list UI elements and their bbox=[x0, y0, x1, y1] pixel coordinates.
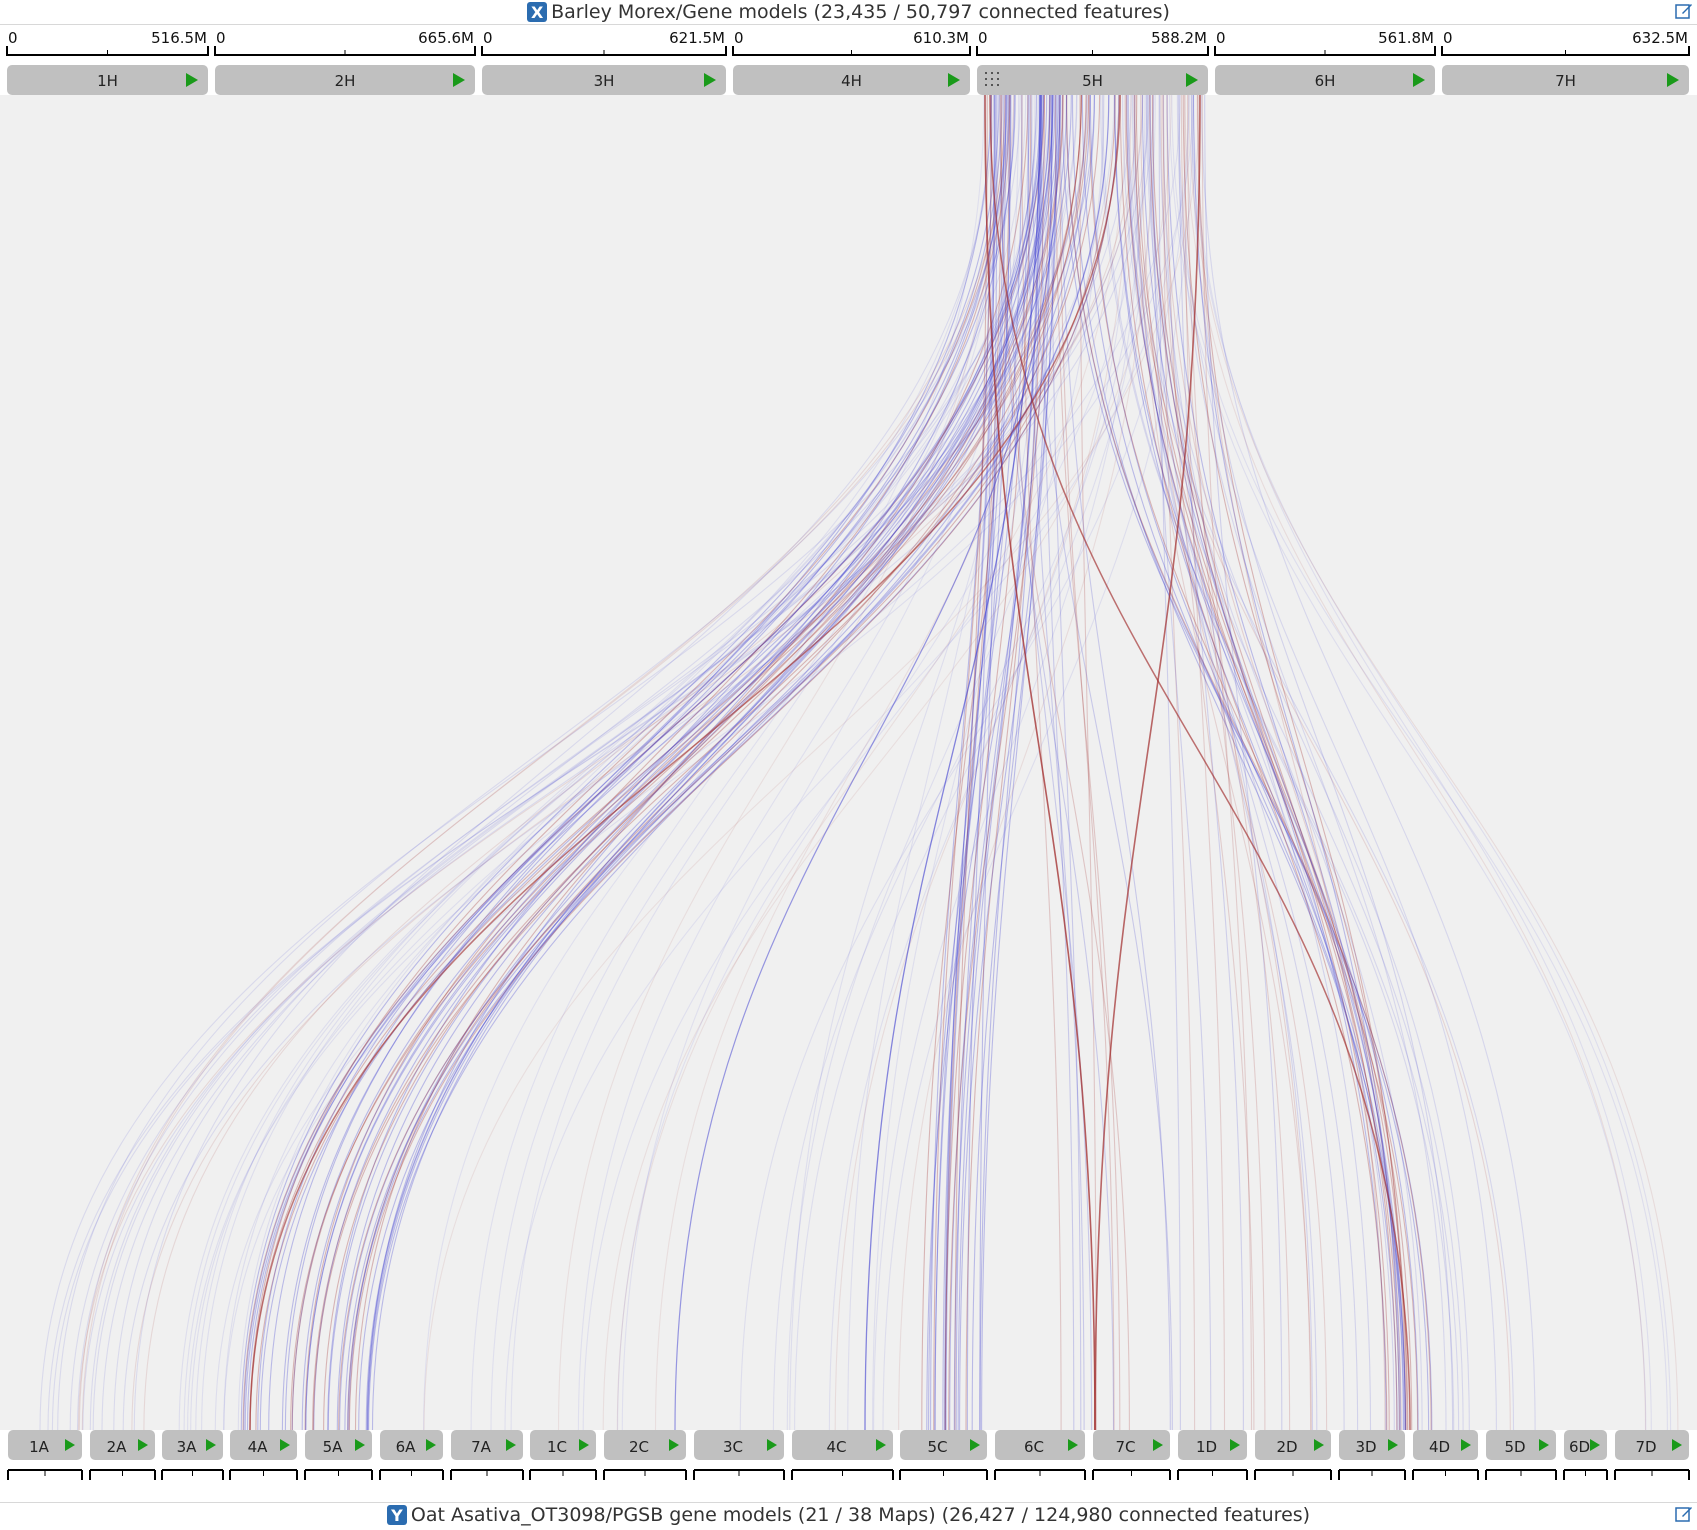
x-chromosome-7H[interactable]: 0 632.5M 7H bbox=[1441, 29, 1690, 95]
y-chromosome-2D[interactable]: 2D bbox=[1254, 1430, 1332, 1480]
y-axis-footer: Y Oat Asativa_OT3098/PGSB gene models (2… bbox=[0, 1502, 1697, 1527]
y-chromosome-3A[interactable]: 3A bbox=[161, 1430, 224, 1480]
x-chromosome-4H[interactable]: 0 610.3M 4H bbox=[732, 29, 971, 95]
y-chromosome-label: 7A bbox=[471, 1438, 492, 1456]
x-tick-label-max: 561.8M bbox=[1378, 29, 1434, 47]
x-tick-label-max: 610.3M bbox=[913, 29, 969, 47]
y-chromosome-label: 5A bbox=[323, 1438, 344, 1456]
y-chromosome-6C[interactable]: 6C bbox=[994, 1430, 1086, 1480]
x-chromosome-6H[interactable]: 0 561.8M 6H bbox=[1214, 29, 1436, 95]
x-tick-label-min: 0 bbox=[734, 29, 744, 47]
x-chromosome-1H[interactable]: 0 516.5M 1H bbox=[6, 29, 209, 95]
y-chromosome-5C[interactable]: 5C bbox=[899, 1430, 988, 1480]
y-chromosome-label: 3A bbox=[177, 1438, 198, 1456]
y-chromosome-label: 7C bbox=[1115, 1438, 1135, 1456]
x-chromosome-label: 6H bbox=[1315, 72, 1336, 90]
y-chromosome-label: 5C bbox=[927, 1438, 947, 1456]
y-chromosome-2A[interactable]: 2A bbox=[89, 1430, 156, 1480]
x-chromosome-2H[interactable]: 0 665.6M 2H bbox=[214, 29, 476, 95]
x-chromosome-label: 5H bbox=[1082, 72, 1103, 90]
x-chromosome-label: 1H bbox=[97, 72, 118, 90]
y-chromosome-label: 1A bbox=[29, 1438, 50, 1456]
x-tick-label-max: 632.5M bbox=[1632, 29, 1688, 47]
y-chromosome-4C[interactable]: 4C bbox=[791, 1430, 894, 1480]
y-chromosome-5A[interactable]: 5A bbox=[304, 1430, 373, 1480]
x-tick-label-max: 665.6M bbox=[418, 29, 474, 47]
y-chromosome-7A[interactable]: 7A bbox=[450, 1430, 524, 1480]
x-tick-label-max: 621.5M bbox=[669, 29, 725, 47]
y-chromosome-label: 3C bbox=[723, 1438, 743, 1456]
y-axis-title: Oat Asativa_OT3098/PGSB gene models (21 … bbox=[410, 1504, 1311, 1526]
x-tick-label-max: 588.2M bbox=[1151, 29, 1207, 47]
y-chromosome-label: 4C bbox=[826, 1438, 846, 1456]
y-chromosome-row: 1A 2A 3A 4A 5A 6A 7A 1C 2C 3C 4C 5C 6C 7C 1D 2D 3D 4D 5D 6D… bbox=[7, 1430, 1690, 1480]
y-chromosome-1C[interactable]: 1C bbox=[529, 1430, 597, 1480]
y-chromosome-label: 6D bbox=[1569, 1438, 1590, 1456]
x-chromosome-label: 3H bbox=[594, 72, 615, 90]
y-chromosome-label: 3D bbox=[1355, 1438, 1376, 1456]
x-chromosome-label: 2H bbox=[335, 72, 356, 90]
x-tick-label-min: 0 bbox=[483, 29, 493, 47]
y-chromosome-4A[interactable]: 4A bbox=[229, 1430, 298, 1480]
y-chromosome-label: 7D bbox=[1635, 1438, 1656, 1456]
y-chromosome-label: 6C bbox=[1024, 1438, 1044, 1456]
y-chromosome-label: 5D bbox=[1504, 1438, 1525, 1456]
axis-y-icon[interactable]: Y bbox=[386, 1505, 407, 1525]
y-chromosome-7C[interactable]: 7C bbox=[1092, 1430, 1171, 1480]
y-chromosome-label: 4D bbox=[1429, 1438, 1450, 1456]
y-chromosome-label: 1C bbox=[547, 1438, 567, 1456]
x-tick-label-min: 0 bbox=[8, 29, 18, 47]
x-chromosome-row: 0 516.5M 1H 0 665.6M 2H 0 621.5M 3H 0 610.3M 4H 0 588… bbox=[6, 29, 1690, 95]
y-chromosome-3C[interactable]: 3C bbox=[693, 1430, 785, 1480]
x-tick-label-max: 516.5M bbox=[151, 29, 207, 47]
x-tick-label-min: 0 bbox=[216, 29, 226, 47]
y-chromosome-5D[interactable]: 5D bbox=[1485, 1430, 1557, 1480]
y-chromosome-label: 2D bbox=[1276, 1438, 1297, 1456]
x-chromosome-5H[interactable]: 0 588.2M 5H bbox=[976, 29, 1209, 95]
y-chromosome-label: 4A bbox=[248, 1438, 269, 1456]
x-chromosome-label: 7H bbox=[1555, 72, 1576, 90]
y-chromosome-1A[interactable]: 1A bbox=[7, 1430, 83, 1480]
edit-icon[interactable] bbox=[1675, 1505, 1693, 1523]
y-chromosome-6D[interactable]: 6D bbox=[1563, 1430, 1608, 1480]
y-chromosome-2C[interactable]: 2C bbox=[603, 1430, 687, 1480]
x-chromosome-3H[interactable]: 0 621.5M 3H bbox=[481, 29, 727, 95]
x-tick-label-min: 0 bbox=[978, 29, 988, 47]
x-tick-label-min: 0 bbox=[1443, 29, 1453, 47]
y-chromosome-label: 2A bbox=[107, 1438, 128, 1456]
y-chromosome-1D[interactable]: 1D bbox=[1177, 1430, 1248, 1480]
x-tick-label-min: 0 bbox=[1216, 29, 1226, 47]
x-chromosome-label: 4H bbox=[841, 72, 862, 90]
synteny-plot[interactable]: 0 516.5M 1H 0 665.6M 2H 0 621.5M 3H 0 610.3M 4H 0 588… bbox=[0, 0, 1697, 1530]
y-chromosome-6A[interactable]: 6A bbox=[379, 1430, 444, 1480]
y-chromosome-7D[interactable]: 7D bbox=[1614, 1430, 1690, 1480]
y-chromosome-label: 1D bbox=[1196, 1438, 1217, 1456]
y-chromosome-4D[interactable]: 4D bbox=[1412, 1430, 1479, 1480]
y-chromosome-3D[interactable]: 3D bbox=[1338, 1430, 1406, 1480]
y-chromosome-label: 2C bbox=[629, 1438, 649, 1456]
y-chromosome-label: 6A bbox=[396, 1438, 417, 1456]
